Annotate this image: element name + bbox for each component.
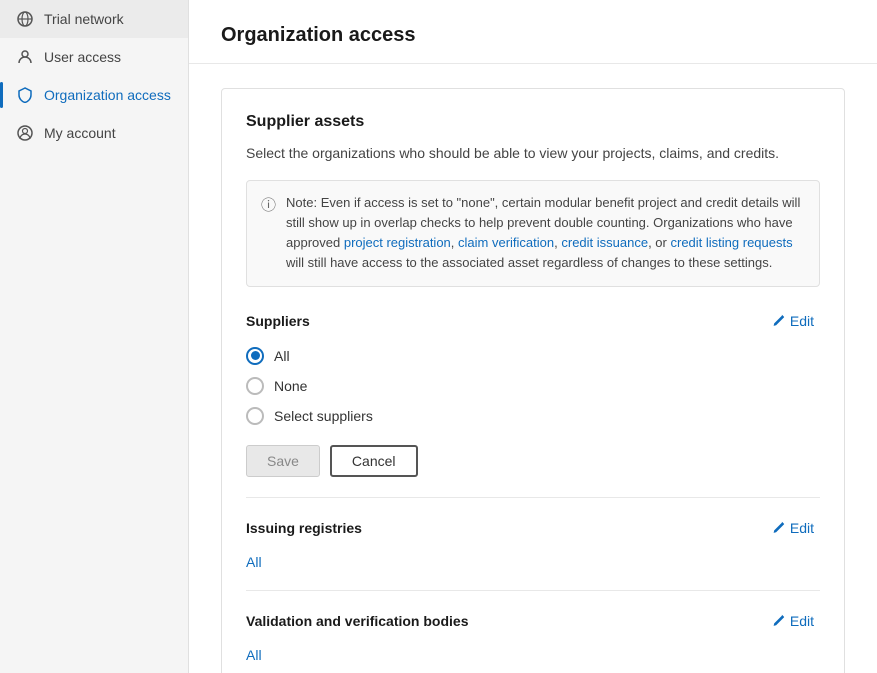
suppliers-edit-button[interactable]: Edit [765, 311, 820, 331]
sidebar-item-organization-access[interactable]: Organization access [0, 76, 188, 114]
content-area: Supplier assets Select the organizations… [189, 64, 877, 673]
cancel-button[interactable]: Cancel [330, 445, 418, 477]
person-icon [16, 48, 34, 66]
validation-edit-button[interactable]: Edit [765, 611, 820, 631]
main-content: Organization access Supplier assets Sele… [189, 0, 877, 673]
sidebar-item-label: Organization access [44, 87, 171, 103]
suppliers-radio-group: All None Select suppliers [246, 347, 820, 425]
radio-select-circle [246, 407, 264, 425]
validation-value: All [246, 647, 820, 663]
suppliers-header: Suppliers Edit [246, 311, 820, 331]
section-description: Select the organizations who should be a… [246, 143, 820, 164]
validation-section: Validation and verification bodies Edit … [246, 611, 820, 663]
sidebar-item-label: User access [44, 49, 121, 65]
page-title: Organization access [221, 24, 845, 47]
validation-title: Validation and verification bodies [246, 613, 469, 629]
issuing-registries-value: All [246, 554, 820, 570]
radio-all-label: All [274, 348, 290, 364]
radio-all-circle [246, 347, 264, 365]
radio-select-suppliers[interactable]: Select suppliers [246, 407, 820, 425]
issuing-registries-title: Issuing registries [246, 520, 362, 536]
issuing-registries-edit-button[interactable]: Edit [765, 518, 820, 538]
radio-none[interactable]: None [246, 377, 820, 395]
note-text: Note: Even if access is set to "none", c… [286, 193, 805, 274]
globe-icon [16, 10, 34, 28]
suppliers-title: Suppliers [246, 313, 310, 329]
issuing-registries-section: Issuing registries Edit All [246, 518, 820, 570]
sidebar-item-user-access[interactable]: User access [0, 38, 188, 76]
divider-1 [246, 497, 820, 498]
sidebar-item-trial-network[interactable]: Trial network [0, 0, 188, 38]
section-title: Supplier assets [246, 113, 820, 131]
sidebar-item-my-account[interactable]: My account [0, 114, 188, 152]
radio-all[interactable]: All [246, 347, 820, 365]
radio-none-circle [246, 377, 264, 395]
validation-header: Validation and verification bodies Edit [246, 611, 820, 631]
divider-2 [246, 590, 820, 591]
note-box: ⓘ Note: Even if access is set to "none",… [246, 180, 820, 287]
page-header: Organization access [189, 0, 877, 64]
supplier-assets-card: Supplier assets Select the organizations… [221, 88, 845, 673]
radio-none-label: None [274, 378, 307, 394]
sidebar-item-label: My account [44, 125, 116, 141]
edit-pencil-icon [771, 314, 785, 328]
info-icon: ⓘ [261, 194, 276, 217]
shield-icon [16, 86, 34, 104]
sidebar: Trial network User access Organization a… [0, 0, 189, 673]
issuing-registries-header: Issuing registries Edit [246, 518, 820, 538]
radio-select-label: Select suppliers [274, 408, 373, 424]
edit-pencil-icon-2 [771, 521, 785, 535]
sidebar-item-label: Trial network [44, 11, 124, 27]
person-circle-icon [16, 124, 34, 142]
edit-pencil-icon-3 [771, 614, 785, 628]
save-button[interactable]: Save [246, 445, 320, 477]
action-buttons: Save Cancel [246, 445, 820, 477]
